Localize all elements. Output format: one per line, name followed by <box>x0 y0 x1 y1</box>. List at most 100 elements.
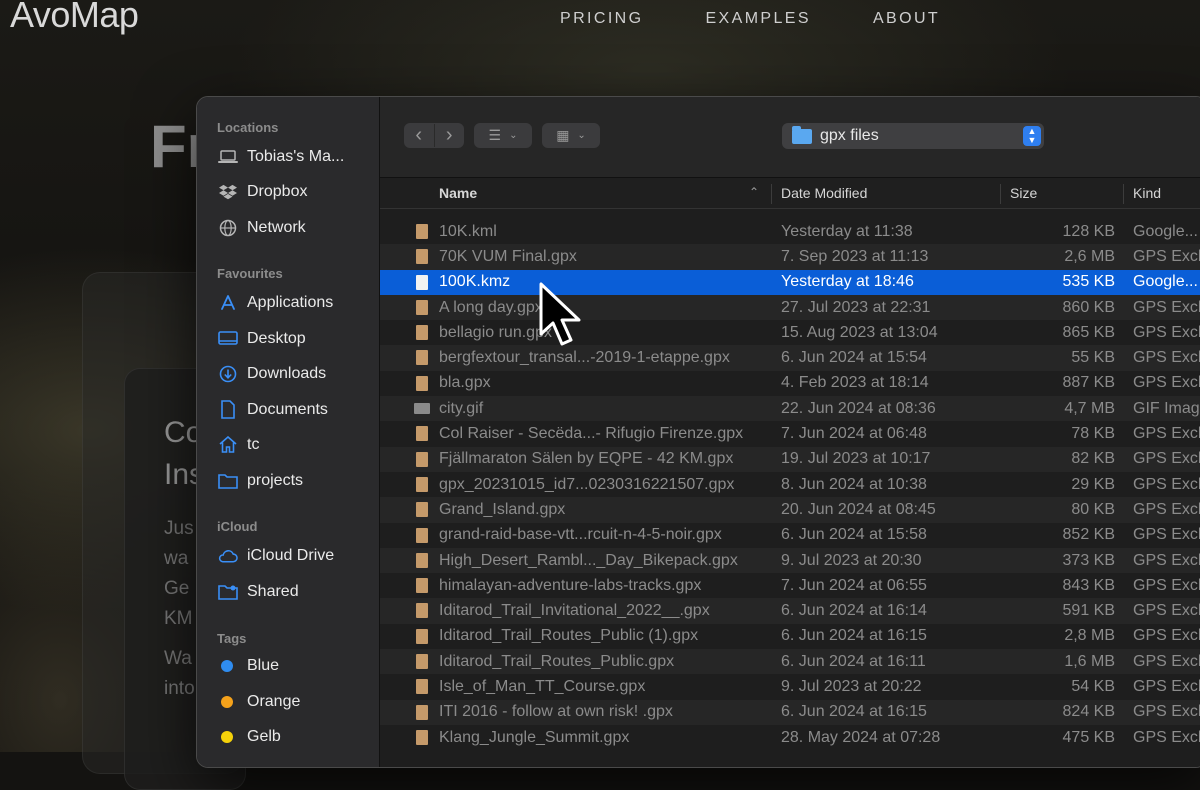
nav-pricing[interactable]: PRICING <box>560 10 643 28</box>
document-file-icon <box>416 299 428 315</box>
file-date-modified: 7. Jun 2024 at 06:48 <box>781 425 927 443</box>
document-file-icon <box>416 628 428 644</box>
file-size: 843 KB <box>1062 576 1115 594</box>
table-row[interactable]: gpx_20231015_id7...0230316221507.gpx 8. J… <box>380 472 1200 497</box>
document-file-icon <box>416 224 428 239</box>
table-row[interactable]: ITI 2016 - follow at own risk! .gpx 6. Ju… <box>380 699 1200 725</box>
home-icon <box>217 434 238 455</box>
file-kind: GPS Exch <box>1133 652 1200 670</box>
table-row[interactable]: Iditarod_Trail_Invitational_2022__.gpx 6.… <box>380 598 1200 624</box>
sidebar-item-downloads[interactable]: Downloads <box>217 363 326 384</box>
column-header: Name ⌃ Date Modified Size Kind <box>380 178 1200 209</box>
back-button[interactable]: ‹ <box>404 124 435 147</box>
table-row[interactable]: Fjällmaraton Sälen by EQPE - 42 KM.gpx 19… <box>380 446 1200 472</box>
sidebar-item-network[interactable]: Network <box>217 217 306 238</box>
document-file-icon <box>416 375 428 391</box>
table-row[interactable]: bellagio run.gpx 15. Aug 2023 at 13:04 865… <box>380 320 1200 345</box>
list-view-icon: ☰ <box>488 127 502 143</box>
yellow-tag-dot-icon <box>221 731 233 743</box>
table-row[interactable]: 100K.kmz Yesterday at 18:46 535 KB Google..… <box>380 269 1200 295</box>
sidebar-item-shared[interactable]: Shared <box>217 581 299 602</box>
file-date-modified: 4. Feb 2023 at 18:14 <box>781 374 929 392</box>
sidebar-tag-blue[interactable]: Blue <box>217 657 279 675</box>
chevron-down-icon: ⌄ <box>509 130 518 141</box>
file-date-modified: 27. Jul 2023 at 22:31 <box>781 298 931 316</box>
file-name: A long day.gpx <box>439 298 543 316</box>
table-row[interactable]: 10K.kml Yesterday at 11:38 128 KB Google... <box>380 219 1200 244</box>
file-name: Klang_Jungle_Summit.gpx <box>439 728 630 746</box>
file-date-modified: 15. Aug 2023 at 13:04 <box>781 323 938 341</box>
file-name: bellagio run.gpx <box>439 323 552 341</box>
list-view-button[interactable]: ☰ ⌄ <box>474 123 532 148</box>
sidebar-item-tc[interactable]: tc <box>217 434 259 455</box>
table-row[interactable]: city.gif 22. Jun 2024 at 08:36 4,7 MB GIF I… <box>380 396 1200 422</box>
folder-icon <box>792 125 812 144</box>
file-name: himalayan-adventure-labs-tracks.gpx <box>439 576 702 594</box>
file-kind: GPS Exch <box>1133 677 1200 695</box>
file-name: Col Raiser - Secëda...- Rifugio Firenze.… <box>439 425 744 443</box>
table-row[interactable]: High_Desert_Rambl..._Day_Bikepack.gpx 9. … <box>380 547 1200 574</box>
sidebar-item-label: Blue <box>247 657 280 674</box>
file-date-modified: 8. Jun 2024 at 10:38 <box>781 475 927 493</box>
sidebar-item-label: Tobias's Ma... <box>247 147 345 165</box>
orange-tag-dot-icon <box>221 696 233 708</box>
table-row[interactable]: Col Raiser - Secëda...- Rifugio Firenze.… <box>380 421 1200 446</box>
table-row[interactable]: Klang_Jungle_Summit.gpx 28. May 2024 at 0… <box>380 725 1200 750</box>
blue-tag-dot-icon <box>221 660 233 672</box>
document-file-icon <box>416 350 428 366</box>
sidebar-tag-gelb[interactable]: Gelb <box>217 728 281 746</box>
file-kind: GPS Exch <box>1133 425 1200 443</box>
file-date-modified: 9. Jul 2023 at 20:30 <box>781 551 922 569</box>
file-date-modified: 6. Jun 2024 at 16:11 <box>781 652 926 670</box>
file-name: Isle_of_Man_TT_Course.gpx <box>439 677 646 695</box>
sidebar-item-documents[interactable]: Documents <box>217 399 328 420</box>
table-row[interactable]: himalayan-adventure-labs-tracks.gpx 7. Ju… <box>380 573 1200 598</box>
sort-ascending-icon[interactable]: ⌃ <box>749 185 759 199</box>
file-list: 10K.kml Yesterday at 11:38 128 KB Google...… <box>380 219 1200 750</box>
file-name: Iditarod_Trail_Routes_Public.gpx <box>439 652 675 670</box>
file-name: gpx_20231015_id7...0230316221507.gpx <box>439 475 735 493</box>
column-size[interactable]: Size <box>1010 185 1037 201</box>
forward-button[interactable]: › <box>435 124 465 147</box>
grid-view-button[interactable]: ▦ ⌄ <box>542 123 600 148</box>
file-date-modified: 19. Jul 2023 at 10:17 <box>781 450 931 468</box>
table-row[interactable]: grand-raid-base-vtt...rcuit-n-4-5-noir.g… <box>380 523 1200 548</box>
sidebar-item-projects[interactable]: projects <box>217 470 303 491</box>
globe-icon <box>217 217 238 238</box>
sidebar-item-icloud-drive[interactable]: iCloud Drive <box>217 545 334 566</box>
table-row[interactable]: Grand_Island.gpx 20. Jun 2024 at 08:45 80 … <box>380 497 1200 523</box>
sidebar-section-favourites: Favourites <box>217 266 283 281</box>
sidebar-item-applications[interactable]: Applications <box>217 292 333 313</box>
table-row[interactable]: Iditarod_Trail_Routes_Public (1).gpx 6. J… <box>380 624 1200 649</box>
column-kind[interactable]: Kind <box>1133 185 1161 201</box>
file-kind: GPS Exch <box>1133 500 1200 518</box>
avomap-logo[interactable]: AvoMap <box>10 0 139 36</box>
file-kind: GPS Exch <box>1133 551 1200 569</box>
table-row[interactable]: bergfextour_transal...-2019-1-etappe.gpx… <box>380 345 1200 371</box>
file-name: ITI 2016 - follow at own risk! .gpx <box>439 703 673 721</box>
dropbox-icon <box>217 181 238 202</box>
file-kind: GPS Exch <box>1133 526 1200 544</box>
nav-about[interactable]: ABOUT <box>873 10 940 28</box>
column-date-modified[interactable]: Date Modified <box>781 185 867 201</box>
folder-path-select[interactable]: gpx files ▲ ▼ <box>782 123 1044 149</box>
file-name: bergfextour_transal...-2019-1-etappe.gpx <box>439 349 730 367</box>
dialog-toolbar: ‹ › ☰ ⌄ ▦ ⌄ gpx files ▲ ▼ <box>380 97 1200 178</box>
file-kind: GPS Exch <box>1133 475 1200 493</box>
nav-examples[interactable]: EXAMPLES <box>705 10 810 28</box>
file-kind: GPS Exch <box>1133 349 1200 367</box>
back-forward-buttons: ‹ › <box>404 123 464 148</box>
document-file-icon <box>416 274 428 290</box>
table-row[interactable]: 70K VUM Final.gpx 7. Sep 2023 at 11:13 2,6… <box>380 244 1200 270</box>
column-name[interactable]: Name <box>439 185 477 201</box>
sidebar-tag-orange[interactable]: Orange <box>217 693 300 711</box>
table-row[interactable]: bla.gpx 4. Feb 2023 at 18:14 887 KB GPS Exc… <box>380 371 1200 396</box>
sidebar-item-macbook[interactable]: Tobias's Ma... <box>217 146 344 167</box>
table-row[interactable]: Iditarod_Trail_Routes_Public.gpx 6. Jun 2… <box>380 649 1200 675</box>
table-row[interactable]: Isle_of_Man_TT_Course.gpx 9. Jul 2023 at … <box>380 674 1200 699</box>
sidebar-item-label: Orange <box>247 693 301 710</box>
table-row[interactable]: A long day.gpx 27. Jul 2023 at 22:31 860 K… <box>380 294 1200 321</box>
sidebar-item-dropbox[interactable]: Dropbox <box>217 181 307 202</box>
sidebar-item-desktop[interactable]: Desktop <box>217 328 306 349</box>
document-file-icon <box>416 578 428 594</box>
